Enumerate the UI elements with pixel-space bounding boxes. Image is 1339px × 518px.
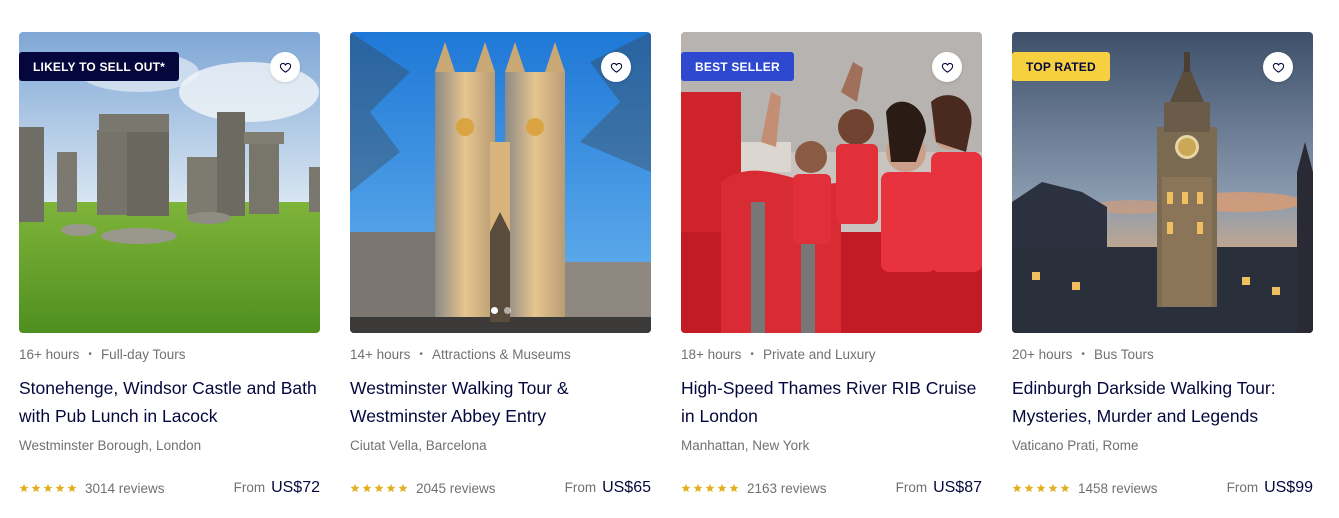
- tour-footer: 2045 reviews From US$65: [350, 479, 651, 497]
- separator-dot: •: [750, 348, 754, 360]
- tour-image[interactable]: LIKELY TO SELL OUT*: [19, 32, 320, 333]
- rating: 3014 reviews: [19, 481, 165, 496]
- tour-title[interactable]: Westminster Walking Tour & Westminster A…: [350, 374, 651, 430]
- price-prefix: From: [564, 480, 597, 495]
- wishlist-button[interactable]: [270, 52, 300, 82]
- tour-title[interactable]: High-Speed Thames River RIB Cruise in Lo…: [681, 374, 982, 430]
- price: From US$65: [565, 479, 651, 497]
- separator-dot: •: [1081, 348, 1085, 360]
- star-icon: [1060, 483, 1070, 493]
- tour-meta: 18+ hours • Private and Luxury: [681, 346, 982, 362]
- separator-dot: •: [88, 348, 92, 360]
- star-icon: [374, 483, 384, 493]
- heart-icon: [279, 62, 291, 73]
- tour-meta: 14+ hours • Attractions & Museums: [350, 346, 651, 362]
- rating: 1458 reviews: [1012, 481, 1158, 496]
- star-icon: [705, 483, 715, 493]
- status-badge: LIKELY TO SELL OUT*: [19, 52, 180, 81]
- star-icon: [398, 483, 408, 493]
- price-amount: US$65: [602, 479, 651, 496]
- price-amount: US$99: [1264, 479, 1313, 496]
- star-icon: [729, 483, 739, 493]
- star-icon: [1036, 483, 1046, 493]
- heart-icon: [941, 62, 953, 73]
- tour-image[interactable]: TOP RATED: [1012, 32, 1313, 333]
- tour-title[interactable]: Stonehenge, Windsor Castle and Bath with…: [19, 374, 320, 430]
- star-icon: [693, 483, 703, 493]
- star-icon: [1024, 483, 1034, 493]
- tour-footer: 2163 reviews From US$87: [681, 479, 982, 497]
- price: From US$99: [1227, 479, 1313, 497]
- star-icon: [386, 483, 396, 493]
- tour-footer: 1458 reviews From US$99: [1012, 479, 1313, 497]
- price-prefix: From: [895, 480, 928, 495]
- tour-title[interactable]: Edinburgh Darkside Walking Tour: Mysteri…: [1012, 374, 1313, 430]
- tour-location: Vaticano Prati, Rome: [1012, 438, 1139, 453]
- price-amount: US$87: [933, 479, 982, 496]
- star-rating: [681, 483, 739, 493]
- tour-meta: 20+ hours • Bus Tours: [1012, 346, 1313, 362]
- price-prefix: From: [1226, 480, 1259, 495]
- review-count: 2163 reviews: [747, 480, 827, 496]
- tour-category: Private and Luxury: [762, 346, 876, 362]
- tour-footer: 3014 reviews From US$72: [19, 479, 320, 497]
- review-count: 1458 reviews: [1078, 480, 1158, 496]
- rating: 2163 reviews: [681, 481, 827, 496]
- tour-duration: 14+ hours: [350, 346, 411, 362]
- star-icon: [19, 483, 29, 493]
- price-prefix: From: [233, 480, 266, 495]
- tour-card[interactable]: TOP RATED 20+ hours • Bus Tours Edinburg…: [1012, 32, 1313, 497]
- price: From US$72: [234, 479, 320, 497]
- carousel-dots: [350, 307, 651, 314]
- tour-category: Full-day Tours: [100, 346, 186, 362]
- review-count: 2045 reviews: [416, 480, 496, 496]
- star-icon: [31, 483, 41, 493]
- heart-icon: [610, 62, 622, 73]
- star-icon: [67, 483, 77, 493]
- star-icon: [362, 483, 372, 493]
- heart-icon: [1272, 62, 1284, 73]
- star-icon: [350, 483, 360, 493]
- tour-card-grid: LIKELY TO SELL OUT* 16+ hours • Full-day…: [19, 32, 1313, 497]
- tour-duration: 18+ hours: [681, 346, 742, 362]
- tour-category: Attractions & Museums: [431, 346, 571, 362]
- tour-meta: 16+ hours • Full-day Tours: [19, 346, 320, 362]
- tour-location: Ciutat Vella, Barcelona: [350, 438, 487, 453]
- rating: 2045 reviews: [350, 481, 496, 496]
- price-amount: US$72: [271, 479, 320, 496]
- star-icon: [717, 483, 727, 493]
- status-badge: BEST SELLER: [681, 52, 794, 81]
- tour-image[interactable]: [350, 32, 651, 333]
- tour-duration: 20+ hours: [1012, 346, 1073, 362]
- carousel-dot[interactable]: [503, 307, 511, 314]
- tour-duration: 16+ hours: [19, 346, 80, 362]
- review-count: 3014 reviews: [85, 480, 165, 496]
- star-icon: [55, 483, 65, 493]
- tour-card[interactable]: BEST SELLER 18+ hours • Private and Luxu…: [681, 32, 982, 497]
- star-icon: [43, 483, 53, 493]
- star-rating: [1012, 483, 1070, 493]
- star-icon: [1048, 483, 1058, 493]
- tour-card[interactable]: LIKELY TO SELL OUT* 16+ hours • Full-day…: [19, 32, 320, 497]
- tour-card[interactable]: 14+ hours • Attractions & Museums Westmi…: [350, 32, 651, 497]
- status-badge: TOP RATED: [1012, 52, 1110, 81]
- tour-category: Bus Tours: [1093, 346, 1154, 362]
- tour-location: Westminster Borough, London: [19, 438, 202, 453]
- separator-dot: •: [419, 348, 423, 360]
- carousel-dot[interactable]: [490, 307, 498, 314]
- tour-location: Manhattan, New York: [681, 438, 810, 453]
- wishlist-button[interactable]: [1263, 52, 1293, 82]
- star-icon: [1012, 483, 1022, 493]
- star-rating: [350, 483, 408, 493]
- star-rating: [19, 483, 77, 493]
- wishlist-button[interactable]: [932, 52, 962, 82]
- tour-image[interactable]: BEST SELLER: [681, 32, 982, 333]
- price: From US$87: [896, 479, 982, 497]
- wishlist-button[interactable]: [601, 52, 631, 82]
- star-icon: [681, 483, 691, 493]
